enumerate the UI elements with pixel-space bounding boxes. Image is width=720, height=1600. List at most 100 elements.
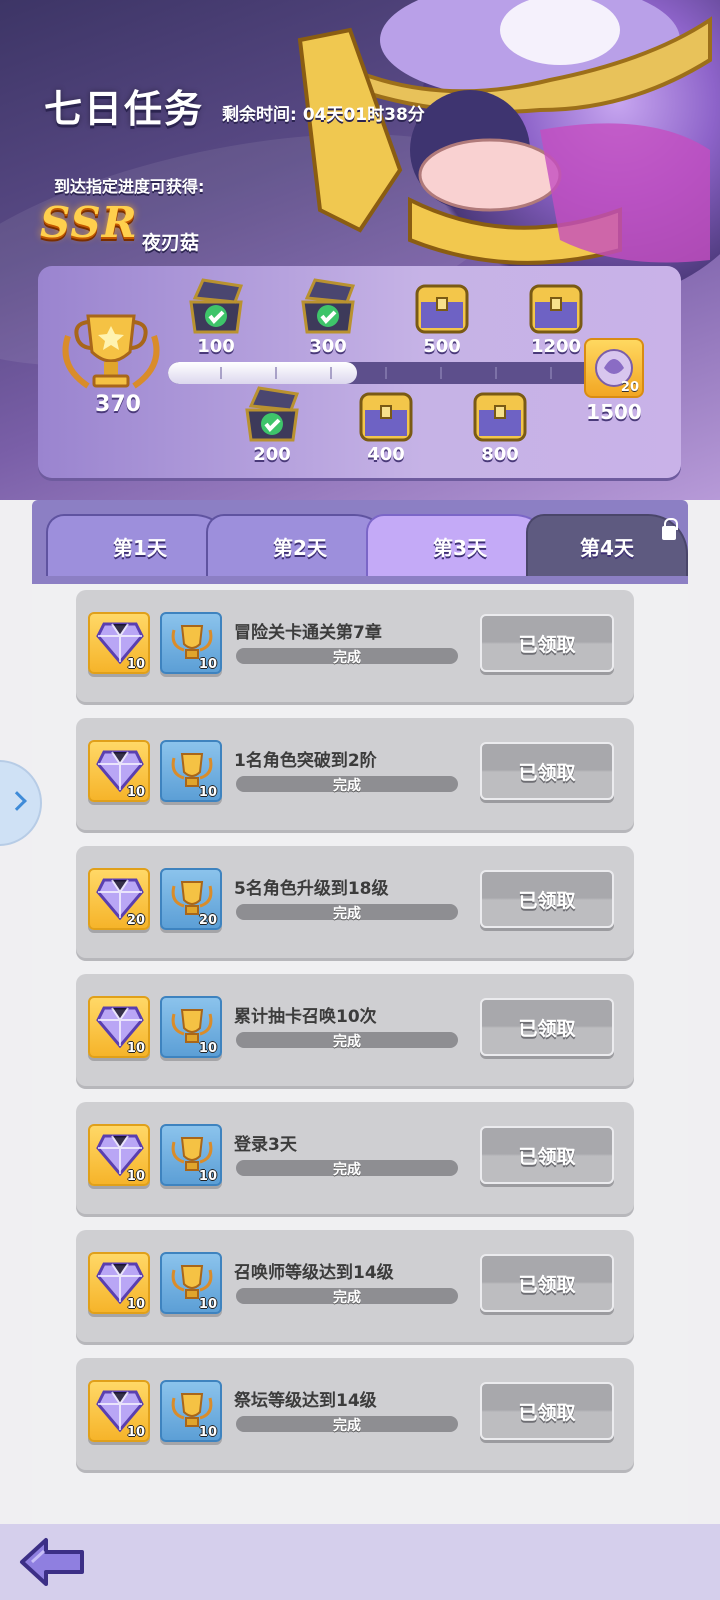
milestone-chest[interactable]: 1200	[524, 276, 588, 366]
progress-tick	[495, 367, 497, 379]
claimed-button[interactable]: 已领取	[480, 998, 614, 1056]
trophy-reward[interactable]: 20	[160, 868, 222, 930]
open-chest-icon	[245, 386, 300, 442]
page-title: 七日任务	[44, 87, 205, 131]
task-title: 祭坛等级达到14级	[234, 1391, 377, 1411]
claimed-button[interactable]: 已领取	[480, 1382, 614, 1440]
task-title: 5名角色升级到18级	[234, 879, 389, 899]
milestone-label: 300	[309, 336, 347, 357]
chevron-right-icon	[7, 791, 27, 811]
back-arrow-icon[interactable]	[18, 1534, 88, 1590]
reward-count: 10	[126, 1041, 145, 1056]
task-title: 累计抽卡召唤10次	[234, 1007, 377, 1027]
milestone-label: 100	[197, 336, 235, 357]
gem-reward[interactable]: 10	[88, 612, 150, 674]
final-reward-item[interactable]: 20	[584, 338, 644, 398]
task-status: 完成	[333, 906, 361, 922]
trophy-icon	[62, 314, 160, 389]
claimed-button-label: 已领取	[518, 633, 576, 656]
task-panel: 第1天 第2天 第3天 第4天 10 10 冒险关卡通关第7章 完成 已领取 1…	[32, 500, 688, 1530]
lock-icon	[662, 518, 678, 540]
claimed-button[interactable]: 已领取	[480, 614, 614, 672]
milestone-label: 400	[367, 444, 405, 465]
progress-panel: 370 100 300 500 1200 200 400 800 20 1500	[38, 266, 681, 478]
gem-reward[interactable]: 10	[88, 1124, 150, 1186]
trophy-reward[interactable]: 10	[160, 996, 222, 1058]
progress-current: 370	[95, 392, 141, 417]
milestone-label: 800	[481, 444, 519, 465]
milestone-chest[interactable]: 500	[410, 276, 474, 366]
claimed-button-label: 已领取	[518, 1273, 576, 1296]
claimed-button-label: 已领取	[518, 1401, 576, 1424]
reward-hint: 到达指定进度可获得:	[54, 177, 205, 196]
remaining-time-value: 04天01时38分	[302, 105, 425, 125]
reward-count: 10	[198, 657, 217, 672]
claimed-button[interactable]: 已领取	[480, 1254, 614, 1312]
gem-reward[interactable]: 10	[88, 1252, 150, 1314]
reward-count: 20	[126, 913, 145, 928]
task-progress-bar: 完成	[236, 1032, 458, 1050]
reward-count: 10	[126, 1169, 145, 1184]
milestone-label: 200	[253, 444, 291, 465]
trophy-reward[interactable]: 10	[160, 1380, 222, 1442]
task-item: 10 10 召唤师等级达到14级 完成 已领取	[76, 1230, 634, 1342]
task-progress-bar: 完成	[236, 648, 458, 666]
trophy-reward[interactable]: 10	[160, 1252, 222, 1314]
task-progress-bar: 完成	[236, 776, 458, 794]
progress-tick	[385, 367, 387, 379]
reward-count: 10	[126, 657, 145, 672]
reward-count: 10	[126, 785, 145, 800]
tab-label: 第3天	[433, 535, 487, 560]
task-status: 完成	[333, 1162, 361, 1178]
gem-reward[interactable]: 10	[88, 1380, 150, 1442]
task-item: 20 20 5名角色升级到18级 完成 已领取	[76, 846, 634, 958]
milestone-chest[interactable]: 400	[354, 384, 418, 474]
task-status: 完成	[333, 778, 361, 794]
tab-label: 第1天	[113, 535, 167, 560]
remaining-time: 剩余时间: 04天01时38分	[222, 100, 425, 125]
claimed-button[interactable]: 已领取	[480, 742, 614, 800]
task-title: 冒险关卡通关第7章	[234, 623, 382, 643]
gem-reward[interactable]: 20	[88, 868, 150, 930]
trophy-reward[interactable]: 10	[160, 612, 222, 674]
ssr-badge: SSR	[40, 198, 138, 247]
task-item: 10 10 1名角色突破到2阶 完成 已领取	[76, 718, 634, 830]
chest-icon	[473, 392, 527, 442]
gem-reward[interactable]: 10	[88, 996, 150, 1058]
task-status: 完成	[333, 1418, 361, 1434]
milestone-chest[interactable]: 100	[184, 276, 248, 366]
gem-reward[interactable]: 10	[88, 740, 150, 802]
tab-day-4[interactable]: 第4天	[526, 514, 688, 576]
task-status: 完成	[333, 650, 361, 666]
milestone-label: 500	[423, 336, 461, 357]
remaining-time-label: 剩余时间:	[222, 105, 297, 125]
claimed-button-label: 已领取	[518, 1145, 576, 1168]
trophy-reward[interactable]: 10	[160, 1124, 222, 1186]
chest-icon	[359, 392, 413, 442]
milestone-chest[interactable]: 200	[240, 384, 304, 474]
task-title: 召唤师等级达到14级	[234, 1263, 394, 1283]
chest-icon	[415, 284, 469, 334]
claimed-button[interactable]: 已领取	[480, 870, 614, 928]
milestone-chest[interactable]: 300	[296, 276, 360, 366]
claimed-button-label: 已领取	[518, 1017, 576, 1040]
claimed-button-label: 已领取	[518, 761, 576, 784]
task-progress-bar: 完成	[236, 1160, 458, 1178]
trophy-reward[interactable]: 10	[160, 740, 222, 802]
chest-icon	[529, 284, 583, 334]
task-title: 登录3天	[234, 1135, 297, 1155]
task-title: 1名角色突破到2阶	[234, 751, 377, 771]
reward-count: 10	[198, 1169, 217, 1184]
tab-label: 第2天	[273, 535, 327, 560]
progress-tick	[330, 367, 332, 379]
claimed-button[interactable]: 已领取	[480, 1126, 614, 1184]
open-chest-icon	[301, 278, 356, 334]
progress-tick	[220, 367, 222, 379]
milestone-chest[interactable]: 800	[468, 384, 532, 474]
task-item: 10 10 冒险关卡通关第7章 完成 已领取	[76, 590, 634, 702]
task-progress-bar: 完成	[236, 904, 458, 922]
reward-count: 10	[198, 1041, 217, 1056]
progress-tick	[440, 367, 442, 379]
task-status: 完成	[333, 1034, 361, 1050]
reward-count: 10	[126, 1297, 145, 1312]
